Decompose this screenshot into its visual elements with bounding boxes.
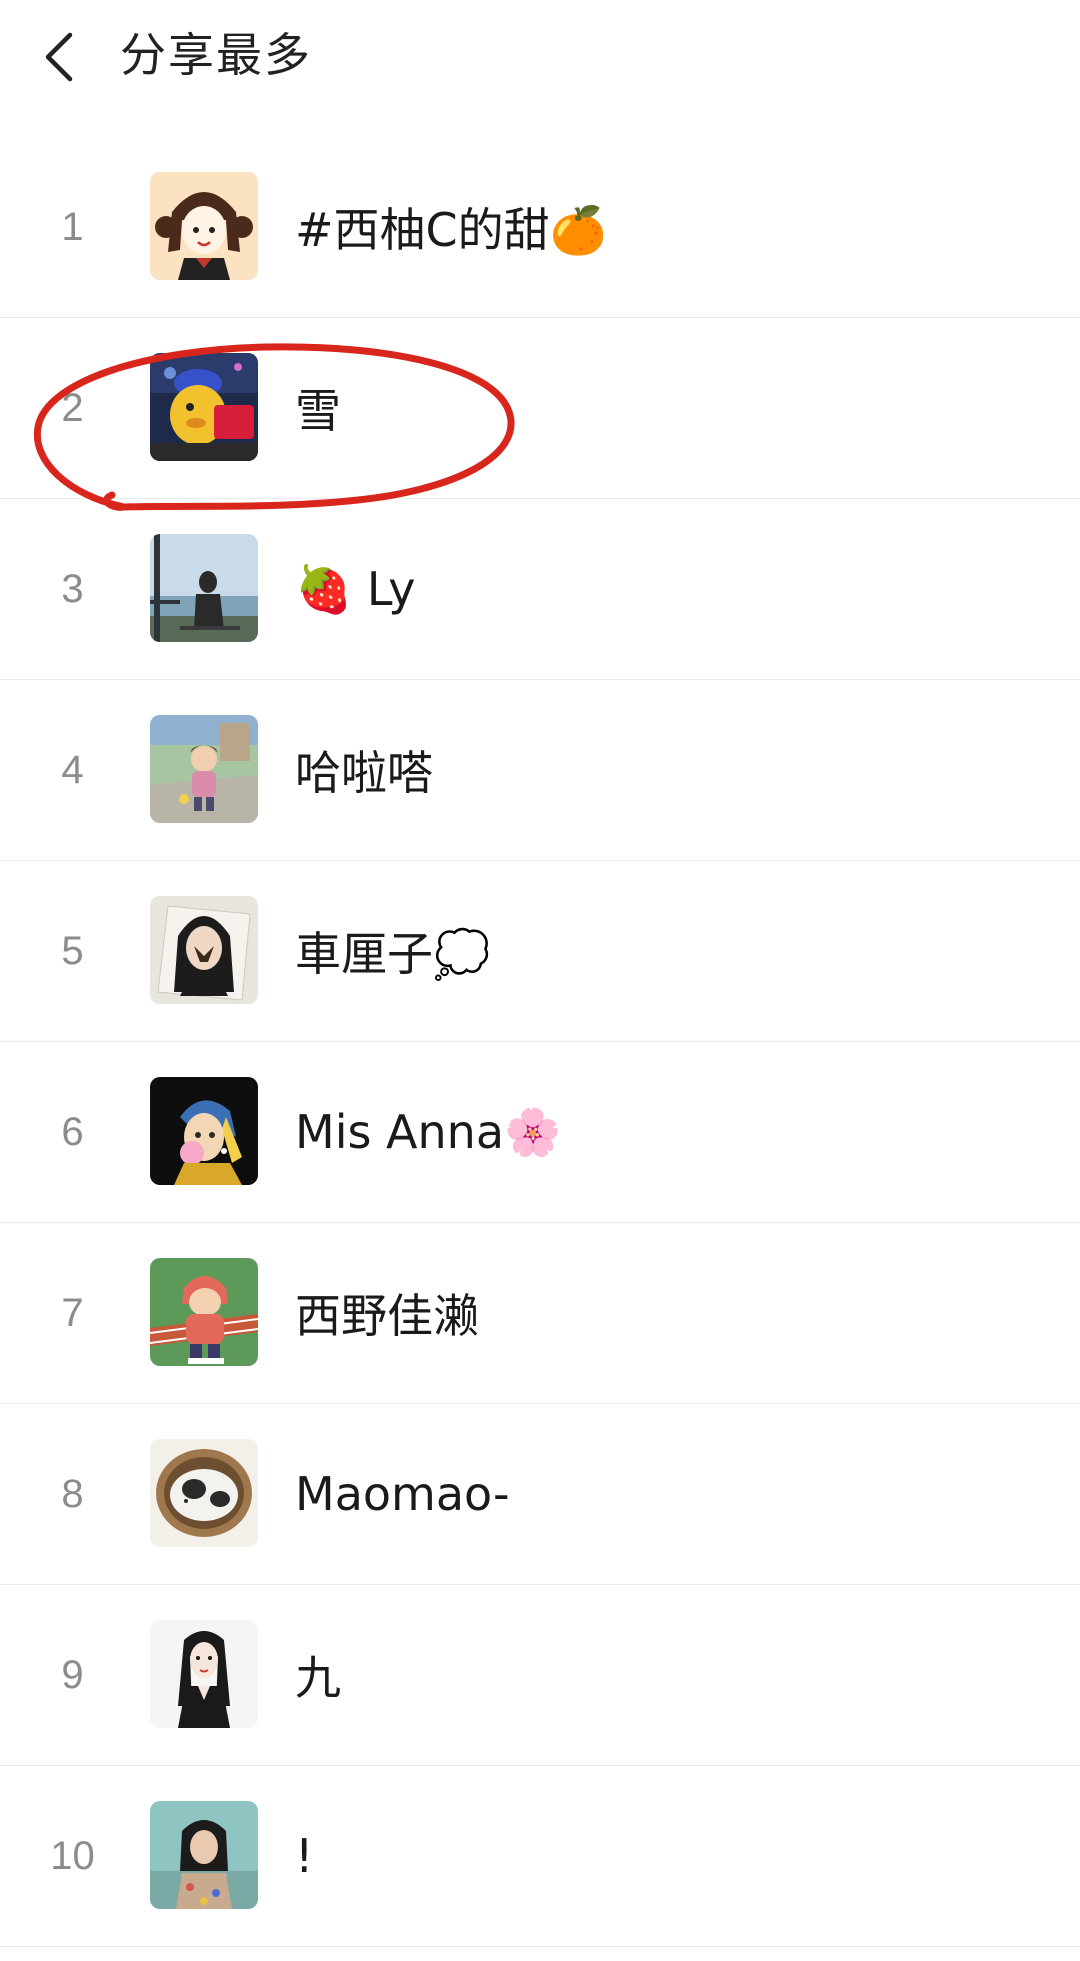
ranking-list: 1 #西柚C的甜🍊 2 雪 3 🍓 Ly 4 哈啦嗒 5 車厘子💭 6 Mis …	[0, 137, 1080, 1947]
avatar[interactable]	[150, 1801, 258, 1909]
list-item[interactable]: 9 九	[0, 1585, 1080, 1766]
avatar[interactable]	[150, 715, 258, 823]
list-item[interactable]: 4 哈啦嗒	[0, 680, 1080, 861]
page-title: 分享最多	[120, 28, 312, 82]
avatar[interactable]	[150, 172, 258, 280]
user-name: !	[295, 1829, 314, 1883]
rank-number: 4	[61, 747, 84, 792]
rank-number: 8	[61, 1471, 84, 1516]
avatar[interactable]	[150, 1620, 258, 1728]
top-bar: 分享最多	[0, 0, 1080, 110]
rank-number: 7	[61, 1290, 84, 1335]
user-name: 哈啦嗒	[295, 746, 433, 800]
rank-number: 6	[61, 1109, 84, 1154]
user-name: Maomao-	[295, 1467, 510, 1521]
avatar[interactable]	[150, 1077, 258, 1185]
list-item[interactable]: 1 #西柚C的甜🍊	[0, 137, 1080, 318]
rank-number: 2	[61, 385, 84, 430]
list-item[interactable]: 7 西野佳濑	[0, 1223, 1080, 1404]
list-item[interactable]: 8 Maomao-	[0, 1404, 1080, 1585]
rank-number: 10	[50, 1833, 95, 1878]
user-name: 🍓 Ly	[295, 561, 416, 616]
user-name: 九	[295, 1651, 341, 1705]
rank-number: 5	[61, 928, 84, 973]
back-button[interactable]	[34, 22, 84, 92]
rank-number: 1	[61, 204, 84, 249]
user-name: Mis Anna🌸	[295, 1104, 562, 1159]
list-item[interactable]: 3 🍓 Ly	[0, 499, 1080, 680]
rank-number: 3	[61, 566, 84, 611]
avatar[interactable]	[150, 1439, 258, 1547]
rank-number: 9	[61, 1652, 84, 1697]
user-name: 車厘子💭	[295, 927, 491, 981]
avatar[interactable]	[150, 1258, 258, 1366]
chevron-left-icon	[45, 32, 73, 82]
user-name: 雪	[295, 384, 341, 438]
avatar[interactable]	[150, 353, 258, 461]
user-name: 西野佳濑	[295, 1289, 479, 1343]
list-item[interactable]: 5 車厘子💭	[0, 861, 1080, 1042]
list-item[interactable]: 10 !	[0, 1766, 1080, 1947]
list-item[interactable]: 6 Mis Anna🌸	[0, 1042, 1080, 1223]
list-item[interactable]: 2 雪	[0, 318, 1080, 499]
avatar[interactable]	[150, 896, 258, 1004]
user-name: #西柚C的甜🍊	[295, 203, 607, 257]
avatar[interactable]	[150, 534, 258, 642]
